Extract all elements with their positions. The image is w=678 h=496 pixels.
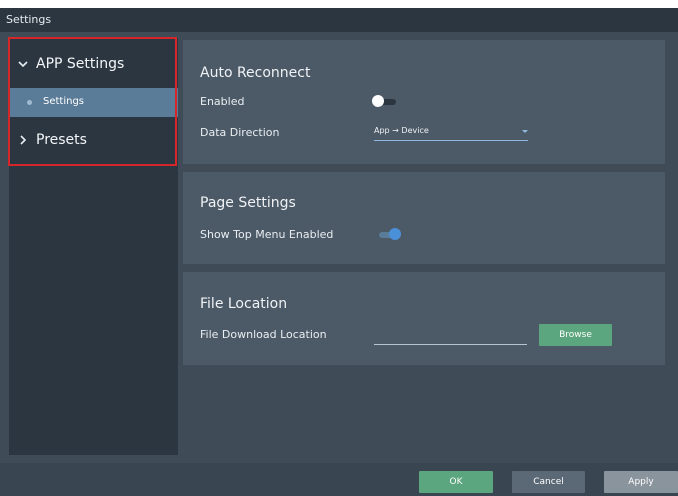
toggle-knob: [389, 228, 401, 240]
apply-button[interactable]: Apply: [604, 471, 678, 493]
enabled-label: Enabled: [200, 95, 245, 108]
file-download-label: File Download Location: [200, 328, 327, 341]
panel-file-location: File Location File Download Location Bro…: [183, 272, 665, 365]
highlight-box: [8, 37, 177, 166]
panel-title: Page Settings: [200, 195, 296, 211]
cancel-button[interactable]: Cancel: [512, 471, 585, 493]
enabled-toggle[interactable]: [372, 95, 400, 109]
show-top-menu-label: Show Top Menu Enabled: [200, 228, 334, 241]
panel-page-settings: Page Settings Show Top Menu Enabled: [183, 172, 665, 264]
data-direction-select[interactable]: App → Device: [374, 126, 528, 141]
file-download-input[interactable]: [374, 344, 527, 345]
panel-title: Auto Reconnect: [200, 65, 311, 81]
browse-button[interactable]: Browse: [539, 324, 612, 346]
show-top-menu-toggle[interactable]: [377, 228, 405, 242]
window-title: Settings: [6, 13, 52, 26]
select-value: App → Device: [374, 126, 429, 135]
toggle-knob: [372, 95, 384, 107]
panel-title: File Location: [200, 296, 288, 312]
ok-button[interactable]: OK: [419, 471, 493, 493]
dropdown-caret-icon: [522, 130, 528, 133]
data-direction-label: Data Direction: [200, 126, 280, 139]
settings-window: Settings APP Settings Settings Presets A…: [0, 8, 678, 496]
title-bar: Settings: [0, 8, 678, 32]
panel-auto-reconnect: Auto Reconnect Enabled Data Direction Ap…: [183, 40, 665, 164]
